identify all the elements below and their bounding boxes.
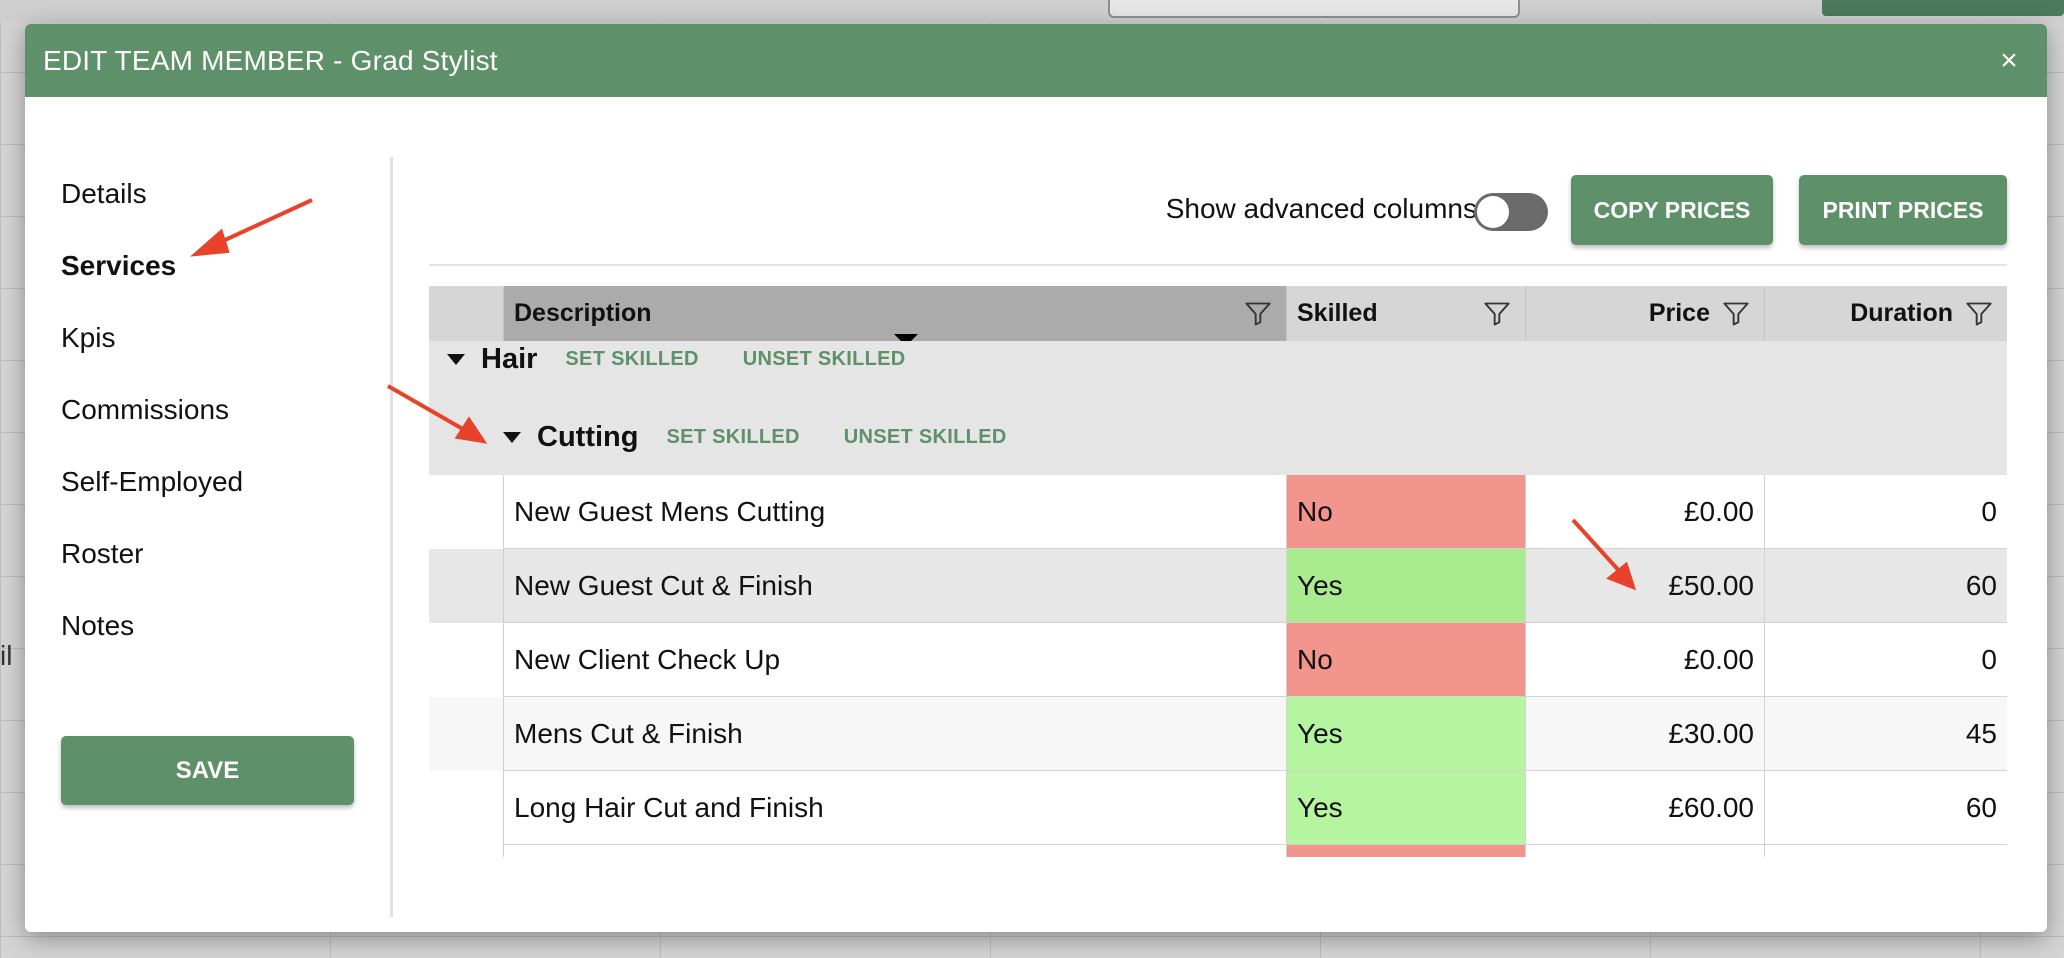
group-band: Hair SET SKILLED UNSET SKILLED Cutting S… <box>429 341 2007 475</box>
modal-sidebar: Details Services Kpis Commissions Self-E… <box>25 97 393 932</box>
row-lead-cell <box>429 697 504 771</box>
sidebar-nav: Details Services Kpis Commissions Self-E… <box>61 169 243 673</box>
sidebar-item-services[interactable]: Services <box>61 241 243 313</box>
description-cell[interactable]: Mens Cut & Finish <box>504 697 1287 771</box>
services-toolbar: Show advanced columns COPY PRICES PRINT … <box>429 175 2019 247</box>
description-cell[interactable] <box>504 845 1287 857</box>
subgroup-name: Cutting <box>537 420 639 453</box>
copy-prices-button[interactable]: COPY PRICES <box>1571 175 1773 245</box>
description-cell[interactable]: New Client Check Up <box>504 623 1287 697</box>
sidebar-item-notes[interactable]: Notes <box>61 601 243 673</box>
group-row-cutting: Cutting SET SKILLED UNSET SKILLED <box>503 417 1051 457</box>
table-row[interactable]: New Guest Mens Cutting No £0.00 0 <box>429 475 2007 549</box>
subgroup-set-skilled-link[interactable]: SET SKILLED <box>666 426 799 449</box>
modal-title: EDIT TEAM MEMBER - Grad Stylist <box>43 44 498 76</box>
toolbar-divider <box>429 264 2007 266</box>
header-description[interactable]: Description <box>504 286 1287 346</box>
services-panel: Show advanced columns COPY PRICES PRINT … <box>429 97 2019 932</box>
modal-header: EDIT TEAM MEMBER - Grad Stylist × <box>25 24 2047 97</box>
price-cell[interactable]: £0.00 <box>1526 623 1765 697</box>
description-cell[interactable]: New Guest Cut & Finish <box>504 549 1287 623</box>
group-unset-skilled-link[interactable]: UNSET SKILLED <box>743 348 906 371</box>
subgroup-unset-skilled-link[interactable]: UNSET SKILLED <box>844 426 1007 449</box>
duration-cell[interactable]: 0 <box>1765 475 2007 549</box>
description-cell[interactable]: Long Hair Cut and Finish <box>504 771 1287 845</box>
table-row[interactable]: New Guest Cut & Finish Yes £50.00 60 <box>429 549 2007 623</box>
services-grid: Description Skilled Price Duration Hair … <box>429 286 2007 857</box>
description-cell[interactable]: New Guest Mens Cutting <box>504 475 1287 549</box>
caret-down-icon[interactable] <box>503 431 521 443</box>
skilled-cell[interactable] <box>1287 845 1526 857</box>
save-button[interactable]: SAVE <box>61 736 354 805</box>
price-cell[interactable]: £0.00 <box>1526 475 1765 549</box>
row-lead-cell <box>429 475 504 549</box>
price-cell[interactable]: £60.00 <box>1526 771 1765 845</box>
sidebar-item-roster[interactable]: Roster <box>61 529 243 601</box>
sidebar-item-self-employed[interactable]: Self-Employed <box>61 457 243 529</box>
close-icon[interactable]: × <box>1989 41 2029 81</box>
duration-cell[interactable]: 45 <box>1765 697 2007 771</box>
row-lead-cell <box>429 623 504 697</box>
header-skilled[interactable]: Skilled <box>1287 286 1526 341</box>
table-row[interactable]: Long Hair Cut and Finish Yes £60.00 60 <box>429 771 2007 845</box>
skilled-cell[interactable]: No <box>1287 623 1526 697</box>
toggle-knob <box>1477 196 1509 228</box>
background-topbar <box>0 0 2064 22</box>
filter-icon[interactable] <box>1722 299 1750 329</box>
price-cell[interactable] <box>1526 845 1765 857</box>
grid-rows: New Guest Mens Cutting No £0.00 0 New Gu… <box>429 475 2007 857</box>
sidebar-item-kpis[interactable]: Kpis <box>61 313 243 385</box>
row-lead-cell <box>429 771 504 845</box>
header-description-label: Description <box>514 299 652 327</box>
skilled-cell[interactable]: Yes <box>1287 697 1526 771</box>
group-row-hair: Hair SET SKILLED UNSET SKILLED <box>447 341 950 377</box>
filter-icon[interactable] <box>1965 299 1993 329</box>
caret-down-icon[interactable] <box>447 353 465 365</box>
print-prices-button[interactable]: PRINT PRICES <box>1799 175 2007 245</box>
row-lead-cell <box>429 549 504 623</box>
group-set-skilled-link[interactable]: SET SKILLED <box>565 348 698 371</box>
sidebar-divider <box>390 157 393 917</box>
background-text-fragment: il <box>0 640 13 671</box>
duration-cell[interactable]: 60 <box>1765 771 2007 845</box>
advanced-columns-label: Show advanced columns <box>1165 193 1477 224</box>
header-price[interactable]: Price <box>1526 286 1765 341</box>
edit-team-member-modal: EDIT TEAM MEMBER - Grad Stylist × Detail… <box>25 24 2047 932</box>
table-row[interactable]: Mens Cut & Finish Yes £30.00 45 <box>429 697 2007 771</box>
price-cell[interactable]: £30.00 <box>1526 697 1765 771</box>
table-row[interactable]: New Client Check Up No £0.00 0 <box>429 623 2007 697</box>
filter-icon[interactable] <box>1244 299 1272 329</box>
skilled-cell[interactable]: Yes <box>1287 549 1526 623</box>
advanced-columns-toggle[interactable] <box>1474 193 1548 231</box>
header-duration-label: Duration <box>1850 299 1953 327</box>
group-name: Hair <box>481 342 538 375</box>
price-cell[interactable]: £50.00 <box>1526 549 1765 623</box>
table-row[interactable] <box>429 845 2007 857</box>
duration-cell[interactable]: 60 <box>1765 549 2007 623</box>
header-duration[interactable]: Duration <box>1765 286 2007 341</box>
header-price-label: Price <box>1648 299 1710 327</box>
duration-cell[interactable]: 0 <box>1765 623 2007 697</box>
duration-cell[interactable] <box>1765 845 2007 857</box>
sidebar-item-details[interactable]: Details <box>61 169 243 241</box>
filter-icon[interactable] <box>1483 299 1511 329</box>
skilled-cell[interactable]: Yes <box>1287 771 1526 845</box>
sidebar-item-commissions[interactable]: Commissions <box>61 385 243 457</box>
row-lead-cell <box>429 845 504 857</box>
skilled-cell[interactable]: No <box>1287 475 1526 549</box>
background-button <box>1822 0 2064 16</box>
header-group-column <box>429 286 504 341</box>
background-search-field <box>1108 0 1520 18</box>
grid-header: Description Skilled Price Duration <box>429 286 2007 346</box>
header-skilled-label: Skilled <box>1297 299 1378 327</box>
